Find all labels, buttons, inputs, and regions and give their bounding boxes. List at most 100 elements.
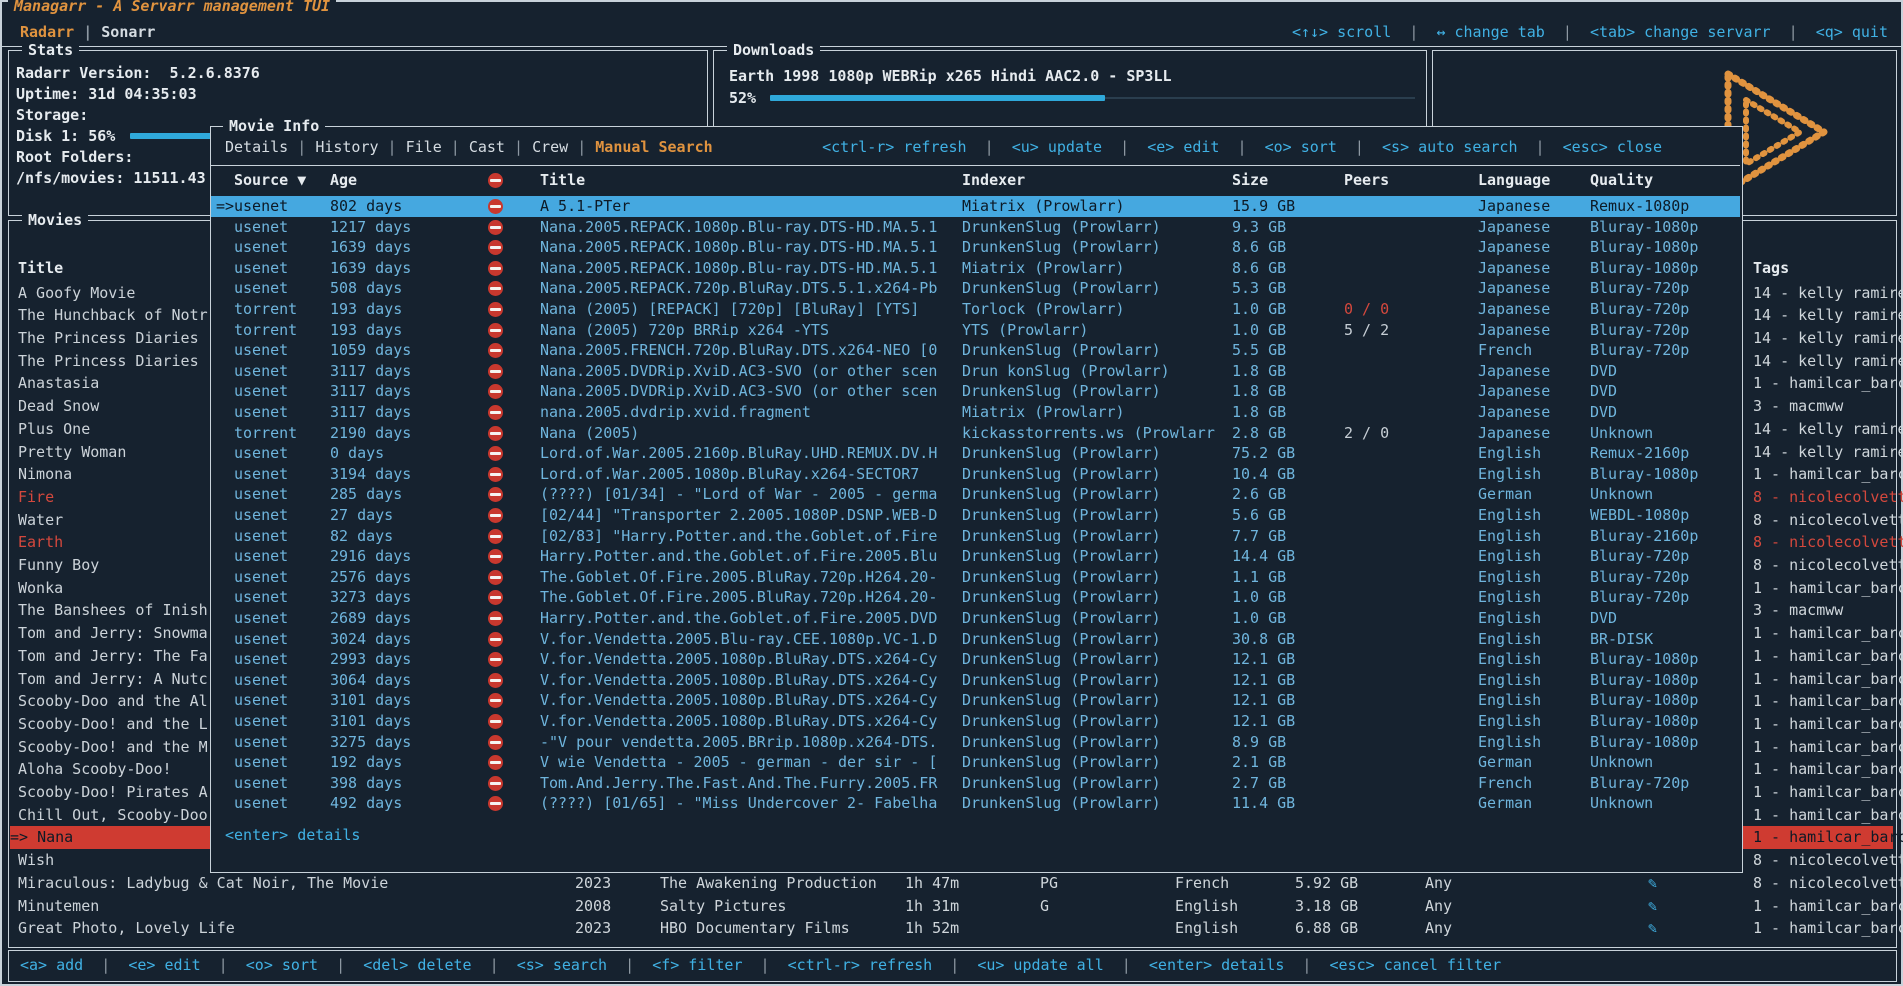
release-size[interactable]: 12.1 GB: [1232, 690, 1295, 711]
release-title[interactable]: Tom.And.Jerry.The.Fast.And.The.Furry.200…: [540, 773, 937, 794]
movie-row-tag[interactable]: 8 - nicolecolvett: [1753, 531, 1903, 554]
release-indexer[interactable]: DrunkenSlug (Prowlarr): [962, 670, 1161, 691]
release-indexer[interactable]: Miatrix (Prowlarr): [962, 402, 1125, 423]
movie-row-title[interactable]: => Nana: [10, 826, 73, 849]
release-title[interactable]: Nana.2005.FRENCH.720p.BluRay.DTS.x264-NE…: [540, 340, 937, 361]
release-size[interactable]: 8.6 GB: [1232, 258, 1286, 279]
release-source[interactable]: usenet: [234, 793, 288, 814]
tab-file[interactable]: File: [406, 138, 442, 156]
release-language[interactable]: English: [1478, 505, 1541, 526]
movie-row-title[interactable]: Miraculous: Ladybug & Cat Noir, The Movi…: [18, 872, 388, 895]
release-size[interactable]: 5.3 GB: [1232, 278, 1286, 299]
release-indexer[interactable]: DrunkenSlug (Prowlarr): [962, 587, 1161, 608]
release-size[interactable]: 1.0 GB: [1232, 299, 1286, 320]
release-size[interactable]: 1.0 GB: [1232, 320, 1286, 341]
release-language[interactable]: English: [1478, 464, 1541, 485]
movie-row-year[interactable]: 2008: [575, 895, 611, 918]
tab-crew[interactable]: Crew: [532, 138, 568, 156]
release-language[interactable]: English: [1478, 732, 1541, 753]
release-age[interactable]: 2190 days: [330, 423, 411, 444]
movie-row-size[interactable]: 6.88 GB: [1295, 917, 1358, 940]
release-age[interactable]: 193 days: [330, 320, 402, 341]
movie-row-quality-profile[interactable]: Any: [1425, 895, 1452, 918]
movie-row-title[interactable]: Scooby-Doo! and the M: [18, 736, 208, 759]
release-quality[interactable]: Remux-1080p: [1590, 196, 1689, 217]
modal-col-title[interactable]: Title: [540, 170, 585, 191]
release-age[interactable]: 2689 days: [330, 608, 411, 629]
release-age[interactable]: 3064 days: [330, 670, 411, 691]
movie-row-language[interactable]: French: [1175, 872, 1229, 895]
movie-row-title[interactable]: Aloha Scooby-Doo!: [18, 758, 172, 781]
release-quality[interactable]: Unknown: [1590, 423, 1653, 444]
movie-row-title[interactable]: Tom and Jerry: Snowma: [18, 622, 208, 645]
release-indexer[interactable]: DrunkenSlug (Prowlarr): [962, 484, 1161, 505]
movie-row-tag[interactable]: 1 - hamilcar_barca: [1753, 758, 1903, 781]
movie-row-tag[interactable]: 8 - nicolecolvett: [1753, 486, 1903, 509]
release-age[interactable]: 2576 days: [330, 567, 411, 588]
movie-row-tag[interactable]: 14 - kelly ramirez: [1753, 441, 1903, 464]
release-age[interactable]: 3117 days: [330, 402, 411, 423]
release-language[interactable]: German: [1478, 484, 1532, 505]
release-size[interactable]: 12.1 GB: [1232, 649, 1295, 670]
release-source[interactable]: usenet: [234, 505, 288, 526]
release-source[interactable]: torrent: [234, 423, 297, 444]
movie-row-title[interactable]: Tom and Jerry: The Fa: [18, 645, 208, 668]
release-age[interactable]: 398 days: [330, 773, 402, 794]
release-title[interactable]: Lord.of.War.2005.2160p.BluRay.UHD.REMUX.…: [540, 443, 937, 464]
release-title[interactable]: Nana.2005.DVDRip.XviD.AC3-SVO (or other …: [540, 381, 937, 402]
release-size[interactable]: 7.7 GB: [1232, 526, 1286, 547]
release-title[interactable]: -"V pour vendetta.2005.BRrip.1080p.x264-…: [540, 732, 937, 753]
movie-row-title[interactable]: Great Photo, Lovely Life: [18, 917, 235, 940]
release-indexer[interactable]: DrunkenSlug (Prowlarr): [962, 793, 1161, 814]
tab-sonarr[interactable]: Sonarr: [101, 23, 155, 41]
release-age[interactable]: 82 days: [330, 526, 393, 547]
release-size[interactable]: 2.1 GB: [1232, 752, 1286, 773]
release-size[interactable]: 1.8 GB: [1232, 381, 1286, 402]
release-size[interactable]: 1.8 GB: [1232, 361, 1286, 382]
release-language[interactable]: German: [1478, 752, 1532, 773]
release-size[interactable]: 5.5 GB: [1232, 340, 1286, 361]
release-size[interactable]: 5.6 GB: [1232, 505, 1286, 526]
movie-row-title[interactable]: Water: [18, 509, 63, 532]
release-size[interactable]: 1.1 GB: [1232, 567, 1286, 588]
release-title[interactable]: nana.2005.dvdrip.xvid.fragment: [540, 402, 811, 423]
release-language[interactable]: French: [1478, 773, 1532, 794]
tab-radarr[interactable]: Radarr: [20, 23, 74, 41]
release-title[interactable]: V.for.Vendetta.2005.1080p.BluRay.DTS.x26…: [540, 690, 937, 711]
movie-row-title[interactable]: The Banshees of Inish: [18, 599, 208, 622]
release-size[interactable]: 1.8 GB: [1232, 402, 1286, 423]
modal-col-age[interactable]: Age: [330, 170, 357, 191]
modal-col-language[interactable]: Language: [1478, 170, 1550, 191]
release-language[interactable]: English: [1478, 443, 1541, 464]
movie-row-tag[interactable]: 1 - hamilcar_barca: [1753, 577, 1903, 600]
movie-row-tag[interactable]: 14 - kelly ramirez: [1753, 350, 1903, 373]
release-size[interactable]: 10.4 GB: [1232, 464, 1295, 485]
release-age[interactable]: 3117 days: [330, 361, 411, 382]
release-language[interactable]: English: [1478, 546, 1541, 567]
release-language[interactable]: Japanese: [1478, 402, 1550, 423]
release-indexer[interactable]: DrunkenSlug (Prowlarr): [962, 711, 1161, 732]
release-language[interactable]: English: [1478, 567, 1541, 588]
release-age[interactable]: 3024 days: [330, 629, 411, 650]
movie-row-title[interactable]: The Princess Diaries: [18, 327, 199, 350]
movie-row-tag[interactable]: 14 - kelly ramirez: [1753, 327, 1903, 350]
movie-row-runtime[interactable]: 1h 47m: [905, 872, 959, 895]
release-title[interactable]: Nana.2005.REPACK.1080p.Blu-ray.DTS-HD.MA…: [540, 217, 937, 238]
release-quality[interactable]: Bluray-1080p: [1590, 732, 1698, 753]
release-language[interactable]: Japanese: [1478, 196, 1550, 217]
release-quality[interactable]: Bluray-1080p: [1590, 464, 1698, 485]
release-age[interactable]: 492 days: [330, 793, 402, 814]
release-size[interactable]: 15.9 GB: [1232, 196, 1295, 217]
modal-col-quality[interactable]: Quality: [1590, 170, 1653, 191]
release-age[interactable]: 3273 days: [330, 587, 411, 608]
release-source[interactable]: usenet: [234, 443, 288, 464]
modal-col-size[interactable]: Size: [1232, 170, 1268, 191]
release-language[interactable]: English: [1478, 711, 1541, 732]
movie-row-tag[interactable]: 1 - hamilcar_barca: [1753, 804, 1903, 827]
movie-row-tag[interactable]: 1 - hamilcar_barca: [1753, 895, 1903, 918]
movie-row-tag[interactable]: 3 - macmww: [1753, 395, 1843, 418]
movie-row-tag[interactable]: 1 - hamilcar_barca: [1753, 668, 1903, 691]
release-language[interactable]: Japanese: [1478, 237, 1550, 258]
release-source[interactable]: usenet: [234, 711, 288, 732]
release-age[interactable]: 3117 days: [330, 381, 411, 402]
